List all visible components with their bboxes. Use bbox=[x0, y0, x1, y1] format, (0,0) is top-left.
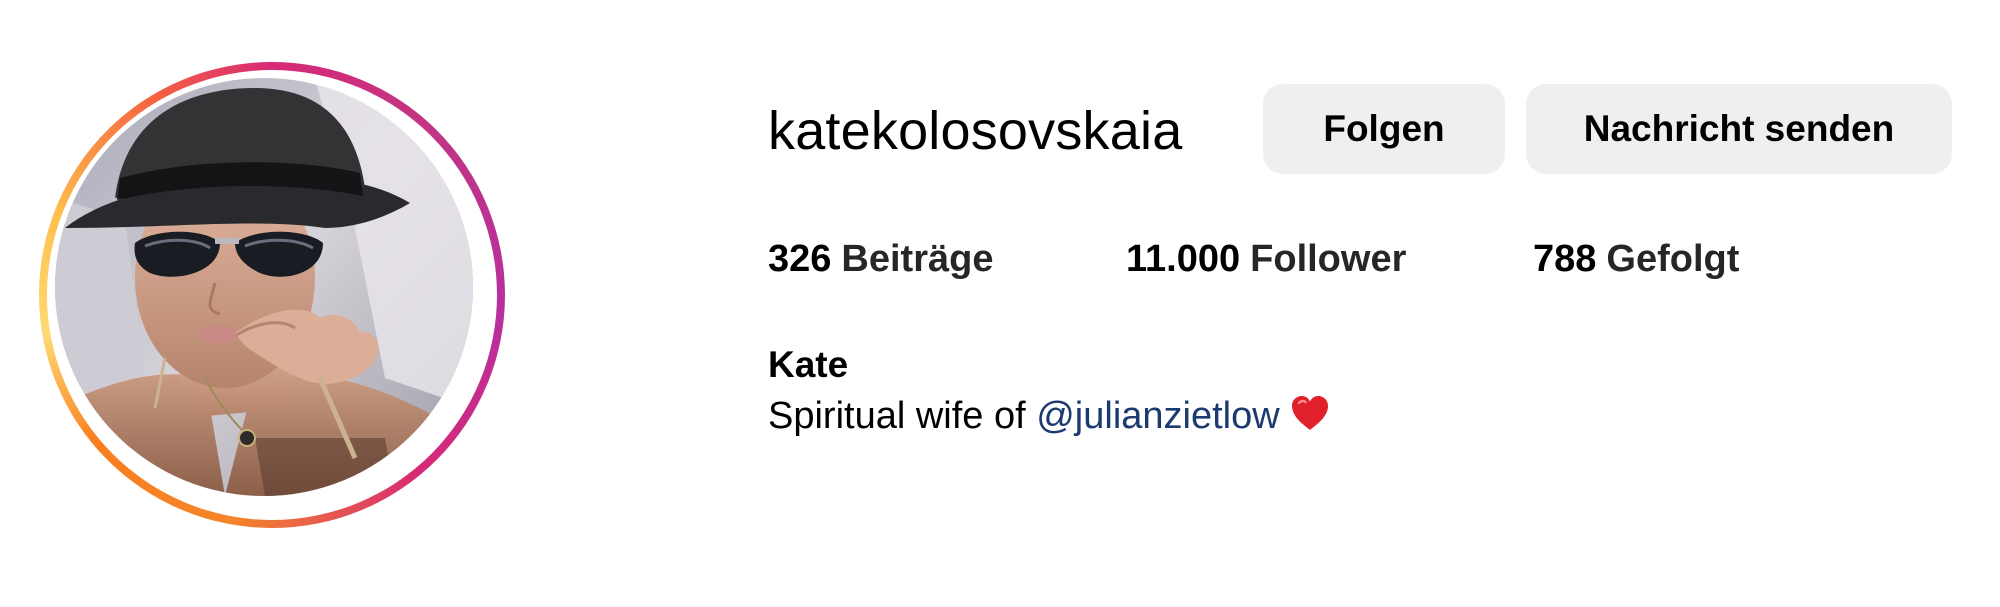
story-ring[interactable] bbox=[39, 62, 505, 528]
red-heart-icon bbox=[1290, 394, 1330, 446]
follow-button[interactable]: Folgen bbox=[1263, 84, 1505, 174]
following-label: Gefolgt bbox=[1606, 238, 1740, 280]
followers-label: Follower bbox=[1250, 238, 1407, 280]
mention-link[interactable]: @julianzietlow bbox=[1036, 395, 1279, 437]
posts-count: 326 bbox=[768, 238, 832, 280]
bio-text: Spiritual wife of bbox=[768, 395, 1026, 437]
following-count: 788 bbox=[1533, 238, 1597, 280]
username: katekolosovskaia bbox=[768, 101, 1183, 161]
avatar[interactable] bbox=[55, 78, 473, 496]
send-message-button[interactable]: Nachricht senden bbox=[1526, 84, 1952, 174]
profile-photo-icon bbox=[55, 78, 473, 496]
posts-label: Beiträge bbox=[841, 238, 994, 280]
posts-stat: 326 Beiträge bbox=[768, 234, 993, 284]
following-stat[interactable]: 788 Gefolgt bbox=[1533, 234, 1739, 284]
followers-count: 11.000 bbox=[1126, 238, 1241, 280]
bio: Spiritual wife of @julianzietlow bbox=[768, 390, 1330, 442]
full-name: Kate bbox=[768, 344, 849, 385]
followers-stat[interactable]: 11.000 Follower bbox=[1126, 234, 1406, 284]
profile-header: katekolosovskaia Folgen Nachricht senden… bbox=[0, 0, 2000, 607]
